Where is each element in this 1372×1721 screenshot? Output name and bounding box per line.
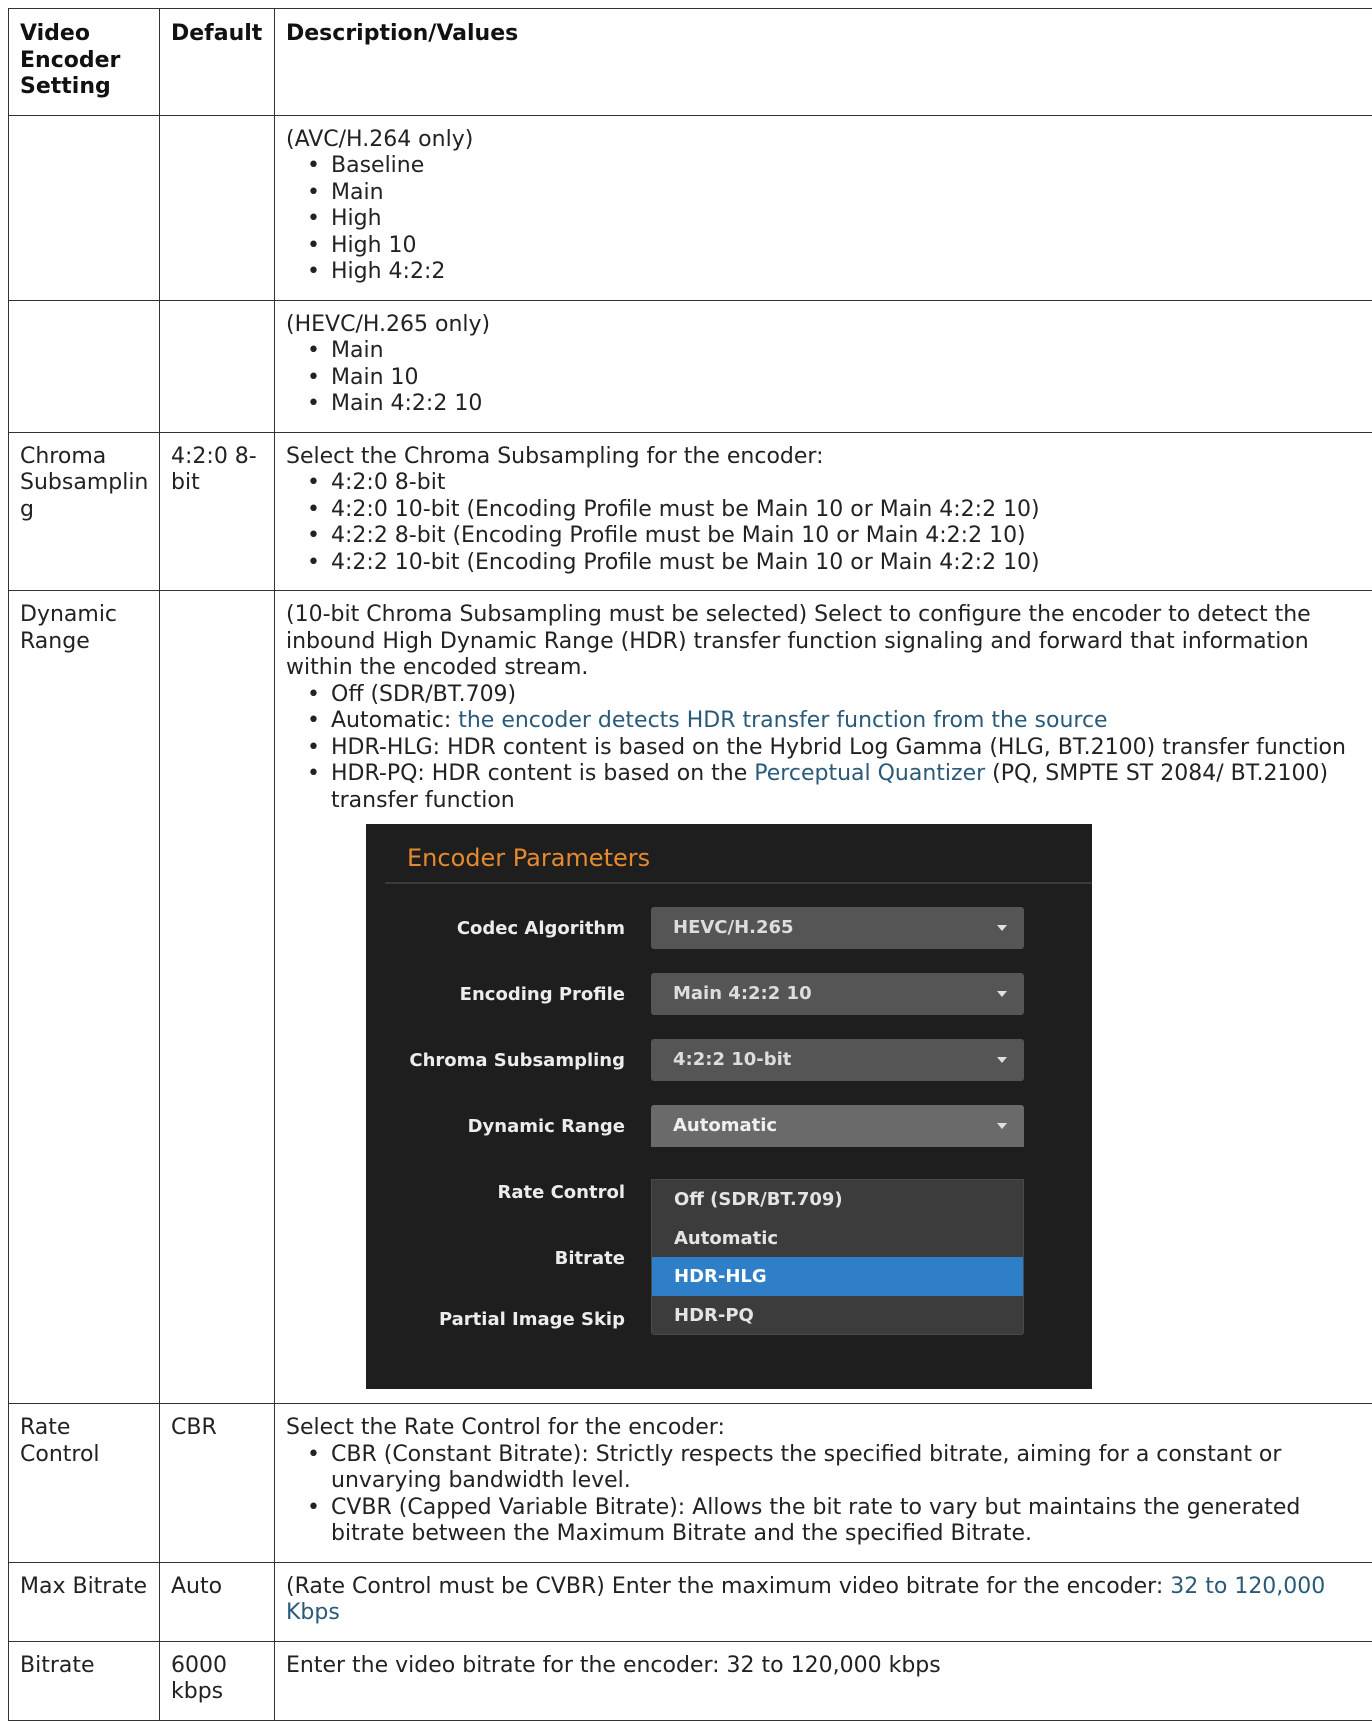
list-item: 4:2:0 10-bit (Encoding Profile must be M… [306, 497, 1362, 524]
list-item: Main 4:2:2 10 [306, 391, 1362, 418]
description-cell: (Rate Control must be CVBR) Enter the ma… [275, 1562, 1372, 1641]
list-item: HDR-HLG: HDR content is based on the Hyb… [306, 735, 1362, 762]
codec-algorithm-value: HEVC/H.265 [673, 917, 794, 938]
list-item: HDR-PQ: HDR content is based on the Perc… [306, 761, 1362, 814]
codec-algorithm-label: Codec Algorithm [457, 918, 625, 940]
chevron-down-icon [997, 1057, 1007, 1063]
description-cell: Enter the video bitrate for the encoder:… [275, 1641, 1372, 1720]
encoding-profile-select[interactable]: Main 4:2:2 10 [651, 973, 1024, 1015]
description-intro: (HEVC/H.265 only) [286, 312, 1362, 339]
list-item: 4:2:0 8-bit [306, 470, 1362, 497]
rate-control-label: Rate Control [498, 1182, 626, 1204]
default-cell: Auto [160, 1562, 275, 1641]
chroma-subsampling-label: Chroma Subsampling [409, 1050, 625, 1072]
dynamic-range-value: Automatic [673, 1115, 777, 1136]
description-cell: (AVC/H.264 only) Baseline Main High High… [275, 115, 1372, 300]
option-list: Baseline Main High High 10 High 4:2:2 [286, 153, 1362, 286]
description-cell: (10-bit Chroma Subsampling must be selec… [275, 591, 1372, 1404]
chroma-subsampling-value: 4:2:2 10-bit [673, 1049, 791, 1070]
chevron-down-icon [997, 1123, 1007, 1129]
setting-cell: Dynamic Range [9, 591, 160, 1404]
option-list: Off (SDR/BT.709) Automatic: the encoder … [286, 682, 1362, 815]
list-item: Baseline [306, 153, 1362, 180]
option-list: 4:2:0 8-bit 4:2:0 10-bit (Encoding Profi… [286, 470, 1362, 576]
list-item: CBR (Constant Bitrate): Strictly respect… [306, 1442, 1362, 1495]
list-item: 4:2:2 10-bit (Encoding Profile must be M… [306, 550, 1362, 577]
encoder-panel-title: Encoder Parameters [407, 847, 650, 869]
header-setting: Video Encoder Setting [9, 9, 160, 116]
list-item: Off (SDR/BT.709) [306, 682, 1362, 709]
menu-item-hdr-pq[interactable]: HDR-PQ [652, 1296, 1023, 1335]
table-row: (HEVC/H.265 only) Main Main 10 Main 4:2:… [9, 300, 1372, 432]
default-cell: 6000 kbps [160, 1641, 275, 1720]
option-prefix: Automatic: [331, 708, 458, 733]
table-row: Dynamic Range (10-bit Chroma Subsampling… [9, 591, 1372, 1404]
description-cell: Select the Rate Control for the encoder:… [275, 1404, 1372, 1563]
dynamic-range-label: Dynamic Range [468, 1116, 625, 1138]
setting-cell: Rate Control [9, 1404, 160, 1563]
option-prefix: HDR-PQ: HDR content is based on the [331, 761, 754, 786]
default-cell: 4:2:0 8-bit [160, 432, 275, 591]
menu-item-automatic[interactable]: Automatic [652, 1219, 1023, 1258]
dynamic-range-select[interactable]: Automatic [651, 1105, 1024, 1147]
option-list: CBR (Constant Bitrate): Strictly respect… [286, 1442, 1362, 1548]
table-row: Chroma Subsampling 4:2:0 8-bit Select th… [9, 432, 1372, 591]
dynamic-range-dropdown-menu: Off (SDR/BT.709) Automatic HDR-HLG HDR-P… [651, 1179, 1024, 1335]
description-cell: (HEVC/H.265 only) Main Main 10 Main 4:2:… [275, 300, 1372, 432]
table-row: Rate Control CBR Select the Rate Control… [9, 1404, 1372, 1563]
chroma-subsampling-select[interactable]: 4:2:2 10-bit [651, 1039, 1024, 1081]
list-item: Automatic: the encoder detects HDR trans… [306, 708, 1362, 735]
list-item: Main [306, 180, 1362, 207]
list-item: High 10 [306, 233, 1362, 260]
header-default: Default [160, 9, 275, 116]
chevron-down-icon [997, 991, 1007, 997]
list-item: Main [306, 338, 1362, 365]
table-row: (AVC/H.264 only) Baseline Main High High… [9, 115, 1372, 300]
divider [385, 882, 1092, 884]
setting-cell [9, 300, 160, 432]
chevron-down-icon [997, 925, 1007, 931]
default-cell [160, 115, 275, 300]
list-item: CVBR (Capped Variable Bitrate): Allows t… [306, 1495, 1362, 1548]
encoding-profile-label: Encoding Profile [460, 984, 625, 1006]
default-cell: CBR [160, 1404, 275, 1563]
default-cell [160, 591, 275, 1404]
description-intro: Select the Rate Control for the encoder: [286, 1415, 1362, 1442]
list-item: High [306, 206, 1362, 233]
description-intro: Select the Chroma Subsampling for the en… [286, 444, 1362, 471]
bitrate-label: Bitrate [555, 1248, 625, 1270]
description-intro: (10-bit Chroma Subsampling must be selec… [286, 602, 1362, 682]
header-description: Description/Values [275, 9, 1372, 116]
encoding-profile-value: Main 4:2:2 10 [673, 983, 812, 1004]
list-item: 4:2:2 8-bit (Encoding Profile must be Ma… [306, 523, 1362, 550]
settings-table: Video Encoder Setting Default Descriptio… [8, 8, 1372, 1721]
table-row: Max Bitrate Auto (Rate Control must be C… [9, 1562, 1372, 1641]
encoder-parameters-screenshot: Encoder Parameters Codec Algorithm HEVC/… [366, 824, 1092, 1389]
setting-cell [9, 115, 160, 300]
setting-cell: Chroma Subsampling [9, 432, 160, 591]
codec-algorithm-select[interactable]: HEVC/H.265 [651, 907, 1024, 949]
perceptual-quantizer-link[interactable]: Perceptual Quantizer [754, 761, 985, 786]
list-item: Main 10 [306, 365, 1362, 392]
setting-cell: Max Bitrate [9, 1562, 160, 1641]
description-cell: Select the Chroma Subsampling for the en… [275, 432, 1372, 591]
option-list: Main Main 10 Main 4:2:2 10 [286, 338, 1362, 418]
description-intro: (AVC/H.264 only) [286, 127, 1362, 154]
table-row: Bitrate 6000 kbps Enter the video bitrat… [9, 1641, 1372, 1720]
default-cell [160, 300, 275, 432]
setting-cell: Bitrate [9, 1641, 160, 1720]
list-item: High 4:2:2 [306, 259, 1362, 286]
partial-image-skip-label: Partial Image Skip [439, 1309, 625, 1331]
menu-item-off[interactable]: Off (SDR/BT.709) [652, 1180, 1023, 1219]
menu-item-hdr-hlg[interactable]: HDR-HLG [652, 1257, 1023, 1296]
description-text: (Rate Control must be CVBR) Enter the ma… [286, 1574, 1170, 1599]
table-header-row: Video Encoder Setting Default Descriptio… [9, 9, 1372, 116]
automatic-link[interactable]: the encoder detects HDR transfer functio… [458, 708, 1107, 733]
